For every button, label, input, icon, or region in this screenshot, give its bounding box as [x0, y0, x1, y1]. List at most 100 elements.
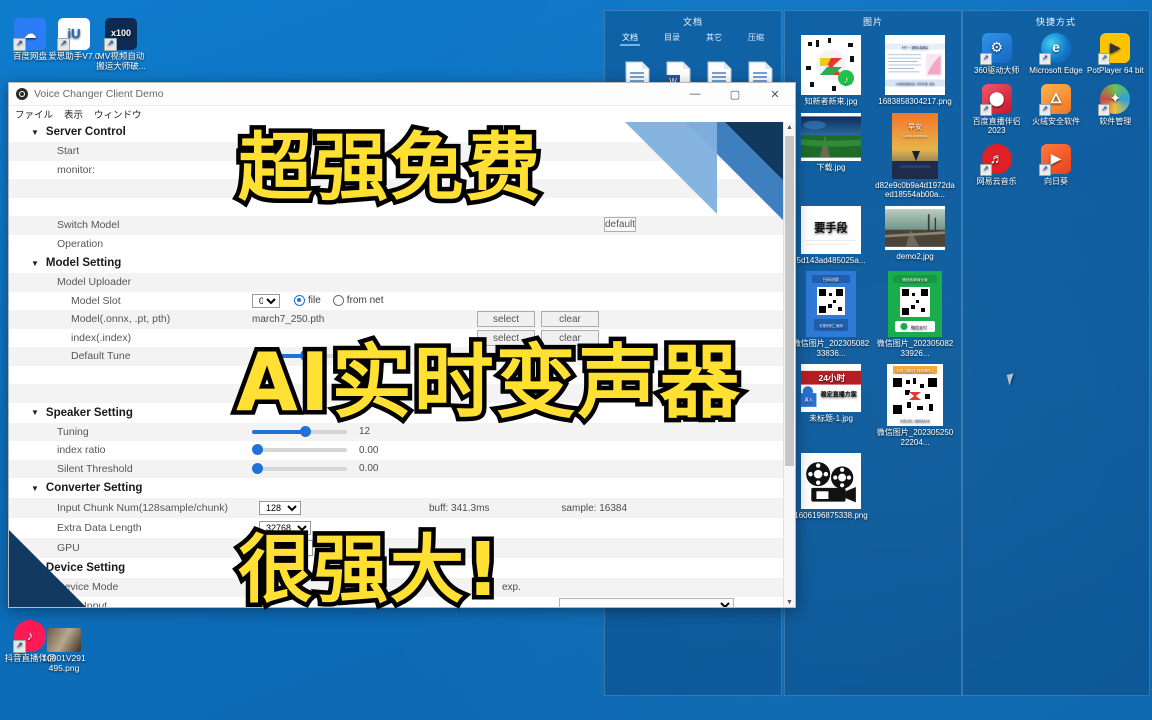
list-item[interactable]: 要手段 5d143ad485025a... — [789, 205, 873, 266]
baidu-live-icon: ⬤ ↗ — [979, 83, 1012, 116]
svg-text:微信收款商业版: 微信收款商业版 — [902, 277, 928, 282]
scroll-down-arrow-icon[interactable]: ▼ — [784, 597, 795, 607]
radio-file[interactable]: file — [294, 295, 321, 307]
decorative-triangle-light-blue — [625, 122, 717, 214]
sunflower-icon: ▶ ↗ — [1038, 143, 1071, 176]
shortcut-label: 向日葵 — [1043, 176, 1068, 186]
scroll-up-arrow-icon[interactable]: ▲ — [784, 122, 795, 133]
software-manager-icon: ✦ ↗ — [1098, 83, 1131, 116]
shortcut-arrow-icon: ↗ — [1038, 53, 1051, 65]
svg-text:微信支付: 微信支付 — [911, 324, 927, 330]
row-silent-threshold[interactable]: Silent Threshold 0.00 — [9, 459, 795, 478]
switch-model-value[interactable]: default — [604, 217, 637, 233]
radio-label: from net — [346, 295, 384, 307]
shortcut-arrow-icon: ↗ — [1098, 53, 1111, 65]
image-thumbnail — [801, 453, 861, 509]
tab-other[interactable]: 其它 — [704, 31, 724, 46]
audio-input-select[interactable] — [559, 598, 734, 607]
list-item[interactable]: 24小时 真人 稳定直播方案 未标题-1.jpg — [789, 364, 873, 447]
svg-text:义务教育课程标准（2022年版）解读: 义务教育课程标准（2022年版）解读 — [896, 81, 935, 85]
list-item[interactable]: 微信收款商业版 微信支付 微信图片_20230508233926... — [873, 271, 957, 358]
app-scrollbar[interactable]: ▲ ▼ — [783, 122, 795, 607]
list-item[interactable]: 抖音【搬砖】视频课程-1 长按识别二维码加好友 微信图片_20230525022… — [873, 364, 957, 447]
section-converter-setting[interactable]: ▼ Converter Setting — [9, 478, 795, 498]
fence-pictures-grid: ♪ 知新者新来.jpg PPT — 课程标准解读 义务教育课程标准（2022年版… — [785, 31, 961, 531]
list-item-label: 微信图片_20230508233926... — [876, 339, 954, 358]
image-thumbnail — [801, 112, 861, 161]
row-label: Switch Model — [57, 219, 120, 232]
list-item[interactable]: demo2.jpg — [873, 205, 957, 266]
row-index-ratio[interactable]: index ratio 0.00 — [9, 441, 795, 460]
image-thumbnail: PPT — 课程标准解读 义务教育课程标准（2022年版）解读 — [885, 35, 945, 95]
fence-shortcuts[interactable]: 快捷方式 ⚙ ↗ 360驱动大师 e ↗ Microsoft Edge ▶ ↗ … — [962, 10, 1150, 696]
shortcut-huorong-security[interactable]: 🜂 ↗ 火绒安全软件 — [1026, 83, 1085, 136]
shortcut-label: 百度直播伴侣 2023 — [972, 116, 1021, 136]
shortcut-arrow-icon: ↗ — [979, 103, 992, 116]
icon-glyph: ▶ — [1050, 149, 1062, 166]
scrollbar-thumb[interactable] — [785, 136, 794, 467]
window-minimize-button[interactable]: — — [675, 83, 715, 105]
list-item[interactable]: 早安 GOOD MORNING d82e9c0b9a4d1972daed1855… — [873, 112, 957, 200]
tab-compressed[interactable]: 压缩 — [746, 31, 766, 46]
fence-title-documents: 文档 — [682, 17, 703, 27]
index-ratio-slider[interactable] — [252, 444, 347, 456]
radio-label: file — [308, 295, 321, 307]
fence-tabs-documents[interactable]: 文档 目录 其它 压缩 — [605, 31, 781, 48]
svg-text:要手段: 要手段 — [814, 220, 848, 234]
fence-pictures[interactable]: 图片 ♪ 知新者新来.jpg PPT — 课程标准解读 义务教育课程标准（202… — [779, 10, 962, 696]
model-slot-select[interactable]: 0 — [252, 293, 280, 308]
list-item[interactable]: PPT — 课程标准解读 义务教育课程标准（2022年版）解读 16838583… — [873, 35, 957, 107]
row-label: Model(.onnx, .pt, pth) — [71, 313, 171, 326]
chevron-down-icon[interactable]: ▼ — [31, 128, 39, 137]
svg-text:早安: 早安 — [908, 122, 922, 131]
icon-glyph: ♬ — [989, 149, 1004, 166]
silent-threshold-slider[interactable] — [252, 462, 347, 474]
shortcut-software-manager[interactable]: ✦ ↗ 软件管理 — [1086, 83, 1145, 136]
svg-text:♪: ♪ — [844, 75, 849, 86]
chevron-down-icon[interactable]: ▼ — [31, 484, 39, 493]
shortcut-baidu-live-companion[interactable]: ⬤ ↗ 百度直播伴侣 2023 — [967, 83, 1026, 136]
caption-line-2: AI实时变声器 AI实时变声器 — [232, 318, 745, 434]
menu-window[interactable]: ウィンドウ — [94, 107, 142, 121]
slider-knob[interactable] — [252, 462, 263, 474]
aisi-icon: iU ↗ — [57, 18, 90, 51]
edge-icon: e ↗ — [1038, 33, 1071, 65]
shortcut-microsoft-edge[interactable]: e ↗ Microsoft Edge — [1026, 33, 1085, 76]
chevron-down-icon[interactable]: ▼ — [31, 408, 39, 417]
image-thumbnail-icon — [47, 628, 81, 652]
section-title: Server Control — [45, 126, 126, 138]
slider-knob[interactable] — [252, 444, 263, 456]
shortcut-label: 网易云音乐 — [976, 176, 1017, 186]
svg-text:长按识别二维码加好友: 长按识别二维码加好友 — [900, 418, 930, 423]
window-close-button[interactable]: ✕ — [755, 83, 795, 105]
list-item[interactable]: 扫码进群 长按识别二维码 微信图片_20230508233836... — [789, 271, 873, 358]
desktop-icon-mv-tool[interactable]: x100 ↗ MV视频自动 搬运大师破... — [90, 18, 152, 71]
radio-from-net[interactable]: from net — [332, 295, 384, 307]
chevron-down-icon[interactable]: ▼ — [31, 259, 39, 268]
row-switch-model[interactable]: Switch Model default — [9, 216, 795, 235]
window-titlebar[interactable]: Voice Changer Client Demo — ▢ ✕ — [9, 83, 795, 106]
list-item[interactable]: 下载.jpg — [789, 112, 873, 200]
desktop-icon-image-file[interactable]: 10801V291 495.png — [38, 628, 90, 673]
svg-text:PPT — 课程标准解读: PPT — 课程标准解读 — [902, 45, 928, 49]
svg-text:GOOD MORNING: GOOD MORNING — [903, 134, 928, 138]
section-model-setting[interactable]: ▼ Model Setting — [9, 253, 795, 273]
tab-documents[interactable]: 文档 — [620, 31, 640, 46]
menu-file[interactable]: ファイル — [15, 107, 53, 121]
window-maximize-button[interactable]: ▢ — [715, 83, 755, 105]
row-model-slot[interactable]: Model Slot 0 file from net — [9, 292, 795, 311]
row-operation[interactable]: Operation — [9, 235, 795, 254]
netease-music-icon: ♬ ↗ — [979, 143, 1012, 176]
shortcut-netease-music[interactable]: ♬ ↗ 网易云音乐 — [967, 143, 1026, 187]
shortcut-label: 软件管理 — [1099, 116, 1132, 126]
shortcut-360-driver[interactable]: ⚙ ↗ 360驱动大师 — [967, 33, 1026, 76]
shortcut-sunflower-remote[interactable]: ▶ ↗ 向日葵 — [1026, 143, 1085, 187]
list-item[interactable]: ♪ 知新者新来.jpg — [789, 35, 873, 107]
image-thumbnail: 24小时 真人 稳定直播方案 — [801, 364, 861, 412]
menu-view[interactable]: 表示 — [64, 107, 83, 121]
list-item[interactable]: 1606196875338.png — [789, 453, 873, 521]
svg-text:长按识别二维码: 长按识别二维码 — [819, 323, 843, 328]
shortcut-arrow-icon: ↗ — [104, 38, 117, 51]
tab-directory[interactable]: 目录 — [662, 31, 682, 46]
shortcut-potplayer[interactable]: ▶ ↗ PotPlayer 64 bit — [1086, 33, 1145, 76]
